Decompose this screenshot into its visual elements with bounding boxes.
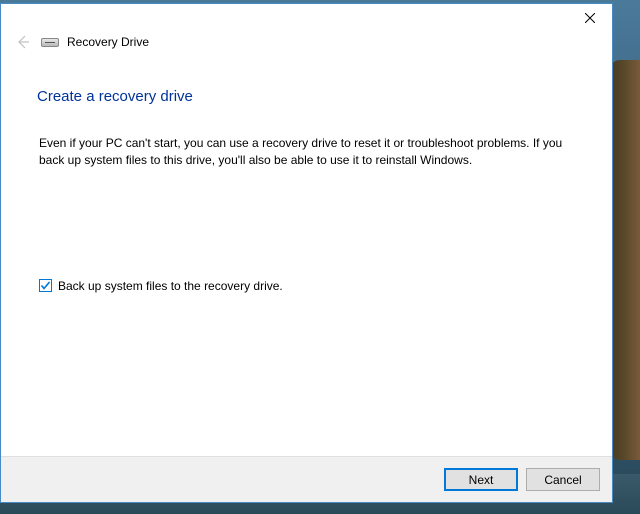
checkbox-row: Back up system files to the recovery dri… xyxy=(37,279,576,293)
body-text: Even if your PC can't start, you can use… xyxy=(37,135,576,169)
back-arrow-icon xyxy=(15,34,31,50)
checkbox-label: Back up system files to the recovery dri… xyxy=(58,279,283,293)
cancel-button[interactable]: Cancel xyxy=(526,468,600,491)
content-area: Create a recovery drive Even if your PC … xyxy=(1,62,612,456)
checkmark-icon xyxy=(40,280,51,291)
header-row: Recovery Drive xyxy=(1,30,612,62)
window-title: Recovery Drive xyxy=(67,35,149,49)
next-button[interactable]: Next xyxy=(444,468,518,491)
recovery-drive-window: Recovery Drive Create a recovery drive E… xyxy=(0,3,613,503)
back-button[interactable] xyxy=(11,30,35,54)
drive-icon xyxy=(41,36,59,48)
footer: Next Cancel xyxy=(1,456,612,502)
close-button[interactable] xyxy=(567,4,612,32)
page-heading: Create a recovery drive xyxy=(37,88,576,105)
backup-checkbox[interactable] xyxy=(39,279,52,292)
close-icon xyxy=(585,13,595,23)
